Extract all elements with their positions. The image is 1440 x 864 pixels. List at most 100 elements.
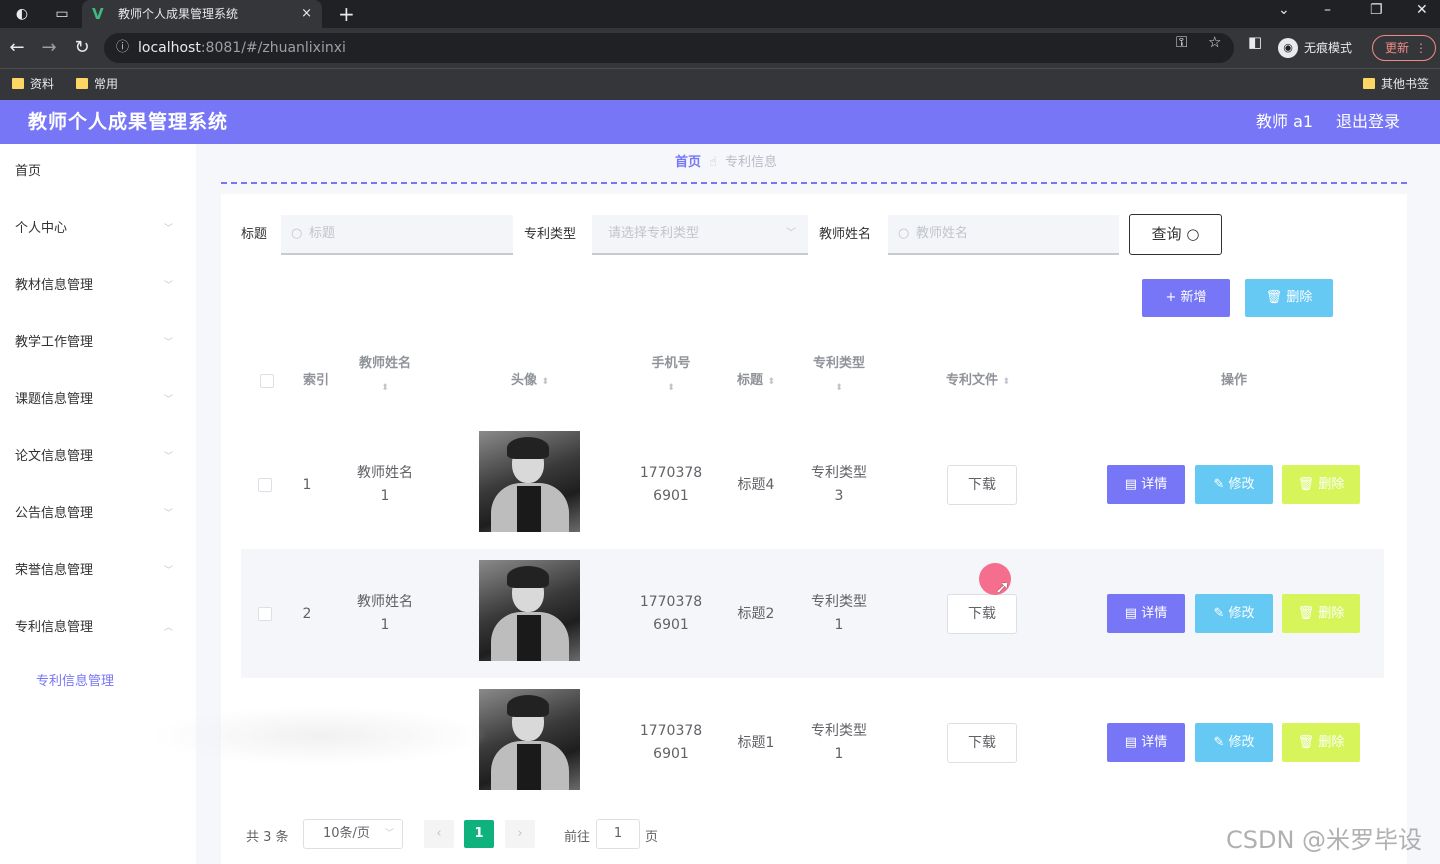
- sidebar-item-notice[interactable]: 公告信息管理 ﹀: [0, 502, 196, 559]
- title-search-input[interactable]: ○ 标题: [281, 215, 513, 255]
- sidebar-item-honor[interactable]: 荣誉信息管理 ﹀: [0, 559, 196, 616]
- header-actions: 操作: [1220, 373, 1247, 388]
- sidepanel-icon[interactable]: ◧: [1248, 33, 1262, 51]
- address-bar[interactable]: ⓘ localhost:8081/#/zhuanlixinxi: [104, 33, 1234, 63]
- select-all-checkbox[interactable]: [260, 374, 274, 388]
- download-button[interactable]: 下载: [947, 723, 1017, 763]
- browser-tab[interactable]: V 教师个人成果管理系统 ×: [82, 0, 322, 28]
- add-button[interactable]: + 新增: [1142, 279, 1230, 317]
- header-title[interactable]: 标题 ⬍: [716, 369, 796, 394]
- cell-text: 专利类型: [811, 465, 867, 481]
- avatar[interactable]: [479, 560, 580, 661]
- update-button[interactable]: 更新 ⋮: [1372, 35, 1436, 61]
- close-window-icon[interactable]: ✕: [1416, 2, 1428, 18]
- menu-dots-icon: ⋮: [1415, 41, 1427, 55]
- update-label: 更新: [1385, 41, 1410, 55]
- patent-type-label: 专利类型: [524, 227, 577, 242]
- tab-search-icon[interactable]: ⌄: [1278, 2, 1290, 18]
- sidebar-item-label: 专利信息管理: [15, 620, 94, 635]
- goto-page-input[interactable]: 1: [596, 819, 640, 849]
- sidebar-item-profile[interactable]: 个人中心 ﹀: [0, 217, 196, 274]
- bookmark-folder-1[interactable]: 资料: [12, 75, 54, 93]
- sort-icon: ⬍: [767, 377, 776, 387]
- prev-page-button[interactable]: ‹: [424, 820, 454, 848]
- edit-label: 修改: [1228, 735, 1255, 750]
- cell-text: 3: [834, 488, 844, 504]
- edit-button[interactable]: ✎ 修改: [1195, 723, 1273, 762]
- info-icon[interactable]: ⓘ: [116, 33, 129, 63]
- sidebar-item-paper[interactable]: 论文信息管理 ﹀: [0, 445, 196, 502]
- row-checkbox[interactable]: [258, 607, 272, 621]
- avatar[interactable]: [479, 431, 580, 532]
- next-page-button[interactable]: ›: [505, 820, 535, 848]
- download-button[interactable]: 下载: [947, 594, 1017, 634]
- forward-icon[interactable]: →: [38, 37, 60, 58]
- edit-button[interactable]: ✎ 修改: [1195, 465, 1273, 504]
- page-size-label: 10条/页: [323, 826, 370, 841]
- sidebar-item-project[interactable]: 课题信息管理 ﹀: [0, 388, 196, 445]
- cell-text: 1: [834, 617, 844, 633]
- breadcrumb-home[interactable]: 首页: [675, 155, 701, 170]
- edit-icon: ✎: [1213, 606, 1229, 621]
- plus-icon: +: [1165, 290, 1181, 305]
- minimize-icon[interactable]: –: [1324, 2, 1331, 18]
- query-button[interactable]: 查询 ○: [1129, 214, 1222, 255]
- delete-button[interactable]: 🗑 删除: [1282, 465, 1360, 504]
- batch-delete-button[interactable]: 🗑 删除: [1245, 279, 1333, 317]
- user-name[interactable]: 教师 a1: [1256, 100, 1313, 144]
- logout-link[interactable]: 退出登录: [1336, 100, 1400, 144]
- sidebar-item-home[interactable]: 首页: [0, 160, 196, 217]
- edit-button[interactable]: ✎ 修改: [1195, 594, 1273, 633]
- patent-type-select[interactable]: 请选择专利类型 ﹀: [592, 215, 808, 255]
- detail-button[interactable]: ▤ 详情: [1107, 465, 1185, 504]
- sidebar-item-label: 荣誉信息管理: [15, 563, 94, 578]
- chevron-down-icon: ﹀: [164, 281, 174, 291]
- page-number-current[interactable]: 1: [464, 820, 494, 848]
- bookmark-folder-2[interactable]: 常用: [76, 75, 118, 93]
- sidebar-subitem-patent-manage[interactable]: 专利信息管理: [36, 670, 114, 689]
- header-patent-file[interactable]: 专利文件 ⬍: [928, 369, 1028, 394]
- document-icon: ▤: [1124, 477, 1142, 492]
- reload-icon[interactable]: ↻: [71, 37, 93, 58]
- teacher-name-input[interactable]: ○ 教师姓名: [888, 215, 1119, 255]
- header-avatar[interactable]: 头像 ⬍: [490, 369, 570, 394]
- globe-icon[interactable]: ◐: [12, 4, 32, 24]
- address-bar-row: ← → ↻ ⓘ localhost:8081/#/zhuanlixinxi ⚿ …: [0, 28, 1440, 68]
- header-patent-type[interactable]: 专利类型 ⬍: [799, 352, 879, 400]
- cell-text: 1: [834, 746, 844, 762]
- download-button[interactable]: 下载: [947, 465, 1017, 505]
- sidebar-item-textbook[interactable]: 教材信息管理 ﹀: [0, 274, 196, 331]
- row-checkbox[interactable]: [258, 478, 272, 492]
- chevron-down-icon: ﹀: [164, 224, 174, 234]
- delete-button[interactable]: 🗑 删除: [1282, 723, 1360, 762]
- divider: [221, 182, 1407, 184]
- breadcrumb: 首页 ☝ 专利信息: [675, 154, 777, 172]
- star-icon[interactable]: ☆: [1208, 33, 1221, 51]
- tab-close-icon[interactable]: ×: [301, 0, 312, 28]
- cell-text: 6901: [653, 488, 689, 504]
- avatar[interactable]: [479, 689, 580, 790]
- sort-icon: ⬍: [835, 383, 843, 393]
- new-tab-button[interactable]: +: [338, 2, 355, 26]
- tab-strip: ◐ ▭ V 教师个人成果管理系统 × + ⌄ – ❐ ✕: [0, 0, 1440, 28]
- delete-button[interactable]: 🗑 删除: [1282, 594, 1360, 633]
- other-bookmarks[interactable]: 其他书签: [1363, 75, 1429, 93]
- key-icon[interactable]: ⚿: [1176, 33, 1187, 51]
- cell-text: 1770378: [639, 723, 703, 739]
- sort-icon: ⬍: [381, 383, 389, 393]
- cell-text: 6901: [653, 617, 689, 633]
- detail-button[interactable]: ▤ 详情: [1107, 723, 1185, 762]
- page-size-select[interactable]: 10条/页 ﹀: [303, 819, 403, 849]
- header-phone[interactable]: 手机号 ⬍: [631, 352, 711, 400]
- detail-button[interactable]: ▤ 详情: [1107, 594, 1185, 633]
- window-icon[interactable]: ▭: [52, 4, 72, 24]
- restore-icon[interactable]: ❐: [1370, 2, 1383, 18]
- browser-chrome: ◐ ▭ V 教师个人成果管理系统 × + ⌄ – ❐ ✕ ← → ↻ ⓘ loc…: [0, 0, 1440, 100]
- incognito-indicator[interactable]: ◉ 无痕模式: [1278, 32, 1352, 64]
- back-icon[interactable]: ←: [6, 37, 28, 58]
- edit-label: 修改: [1228, 606, 1255, 621]
- trash-icon: 🗑: [1297, 735, 1319, 750]
- sidebar-item-teaching[interactable]: 教学工作管理 ﹀: [0, 331, 196, 388]
- header-teacher-name[interactable]: 教师姓名 ⬍: [345, 352, 425, 400]
- sidebar-item-patent[interactable]: 专利信息管理 ︿: [0, 616, 196, 673]
